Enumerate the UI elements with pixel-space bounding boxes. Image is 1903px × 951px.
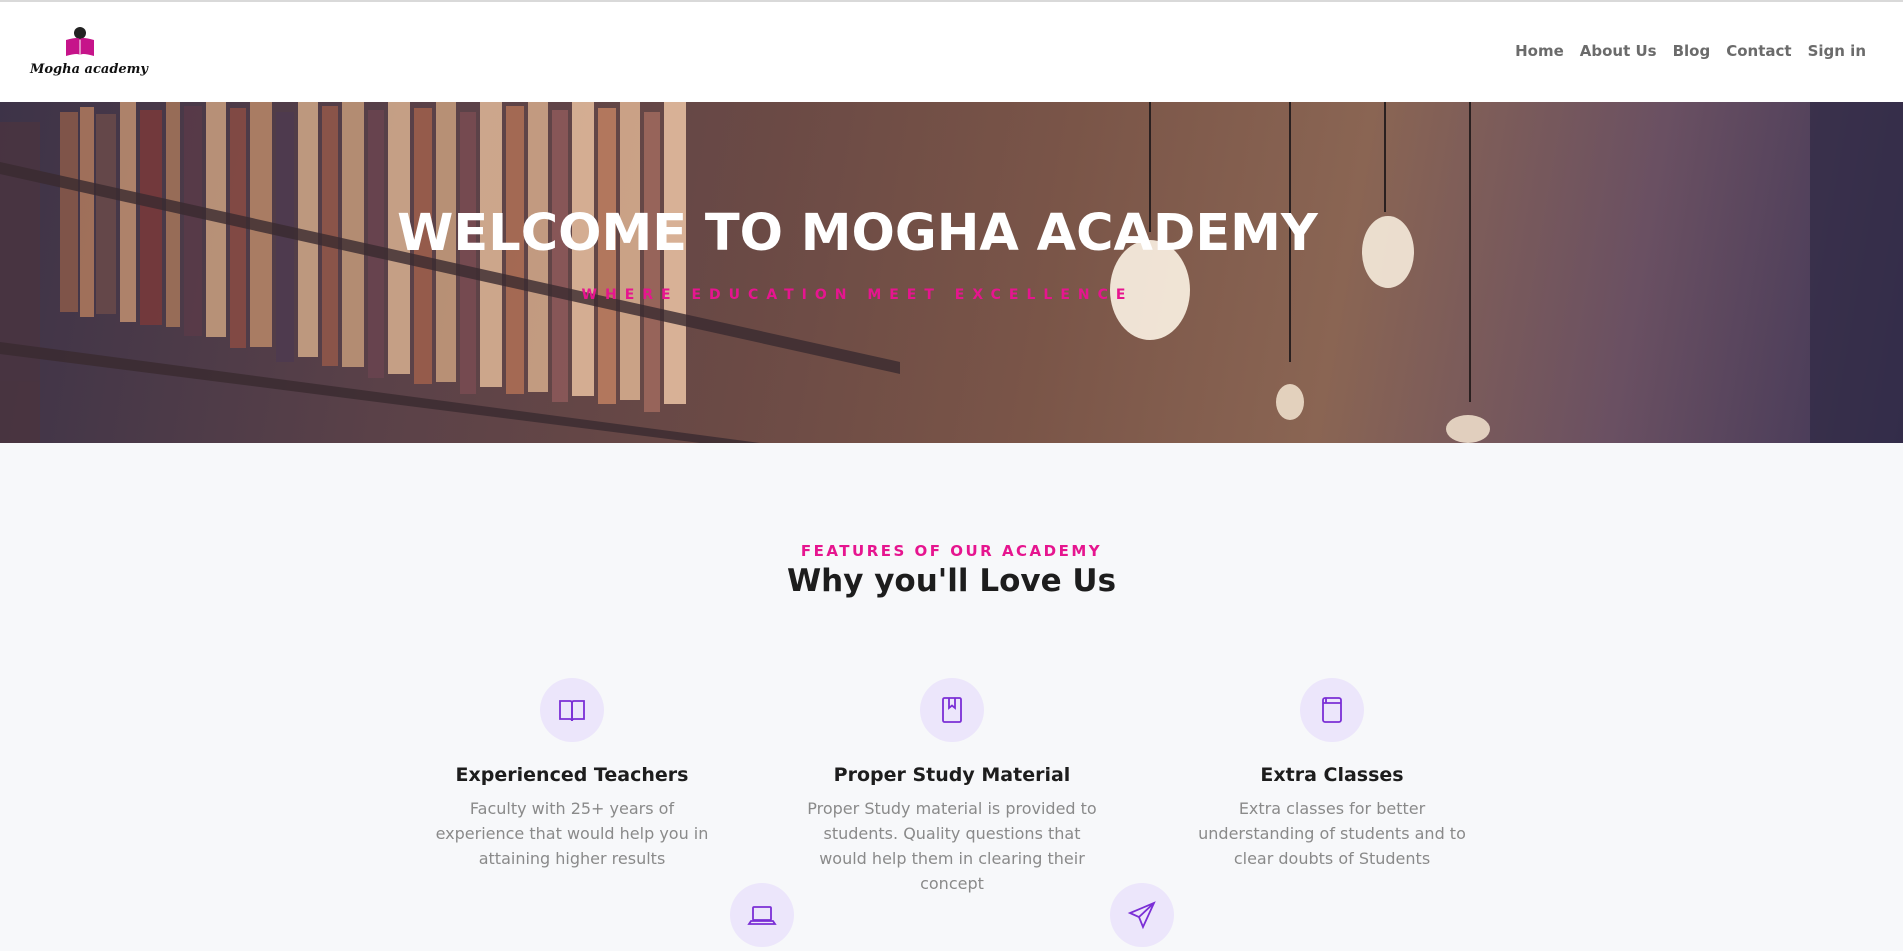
site-header: Mogha academy Home About Us Blog Contact… bbox=[0, 2, 1903, 102]
bookmark-book-icon bbox=[942, 697, 962, 723]
logo-reader-icon bbox=[66, 27, 94, 56]
feature-text: Proper Study material is provided to stu… bbox=[807, 799, 1097, 893]
nav-sign-in[interactable]: Sign in bbox=[1808, 42, 1866, 60]
feature-title: Proper Study Material bbox=[833, 764, 1071, 786]
feature-experienced-teachers: Experienced Teachers Faculty with 25+ ye… bbox=[412, 678, 732, 871]
feature-title: Experienced Teachers bbox=[455, 764, 689, 786]
laptop-icon bbox=[747, 906, 777, 925]
features-eyebrow: FEATURES OF OUR ACADEMY bbox=[800, 542, 1103, 560]
main-nav: Home About Us Blog Contact Sign in bbox=[1515, 42, 1866, 60]
nav-home[interactable]: Home bbox=[1515, 42, 1564, 60]
feature-icon-circle-laptop bbox=[730, 883, 794, 947]
feature-icon-circle bbox=[920, 678, 984, 742]
feature-icon-circle-send bbox=[1110, 883, 1174, 947]
hero-subtitle: WHERE EDUCATION MEET EXCELLENCE bbox=[581, 287, 1134, 303]
feature-text: Extra classes for better understanding o… bbox=[1198, 799, 1466, 868]
feature-extra-classes: Extra Classes Extra classes for better u… bbox=[1172, 678, 1492, 871]
hero-title: WELCOME TO MOGHA ACADEMY bbox=[397, 204, 1318, 263]
open-book-icon bbox=[559, 700, 585, 722]
features-title: Why you'll Love Us bbox=[786, 563, 1117, 599]
feature-title: Extra Classes bbox=[1260, 764, 1404, 786]
paper-plane-icon bbox=[1127, 901, 1156, 930]
nav-blog[interactable]: Blog bbox=[1673, 42, 1711, 60]
logo[interactable]: Mogha academy bbox=[28, 24, 148, 84]
book-icon bbox=[1322, 697, 1342, 723]
logo-text: Mogha academy bbox=[30, 62, 148, 77]
feature-proper-study-material: Proper Study Material Proper Study mater… bbox=[792, 678, 1112, 896]
nav-contact[interactable]: Contact bbox=[1726, 42, 1791, 60]
hero-banner: WELCOME TO MOGHA ACADEMY WHERE EDUCATION… bbox=[0, 102, 1903, 443]
nav-about-us[interactable]: About Us bbox=[1580, 42, 1657, 60]
feature-text: Faculty with 25+ years of experience tha… bbox=[435, 799, 709, 868]
feature-icon-circle bbox=[540, 678, 604, 742]
feature-icon-circle bbox=[1300, 678, 1364, 742]
library-background-image bbox=[0, 102, 1903, 443]
